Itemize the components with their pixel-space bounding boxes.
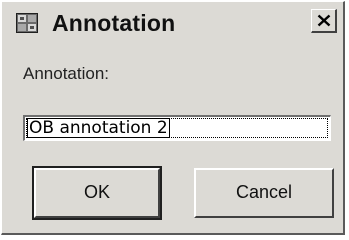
close-button[interactable]: [311, 9, 337, 33]
title-bar[interactable]: Annotation: [6, 6, 339, 38]
annotation-dialog: Annotation Annotation: OB annotation 2 O…: [1, 1, 345, 235]
annotation-input[interactable]: OB annotation 2: [23, 115, 331, 141]
cancel-button[interactable]: Cancel: [194, 168, 334, 218]
ok-button[interactable]: OK: [32, 166, 162, 220]
annotation-label: Annotation:: [23, 64, 110, 83]
app-window-icon: [16, 13, 38, 33]
close-icon: [317, 14, 331, 27]
annotation-input-value: OB annotation 2: [27, 118, 170, 138]
window-title: Annotation: [52, 10, 176, 36]
